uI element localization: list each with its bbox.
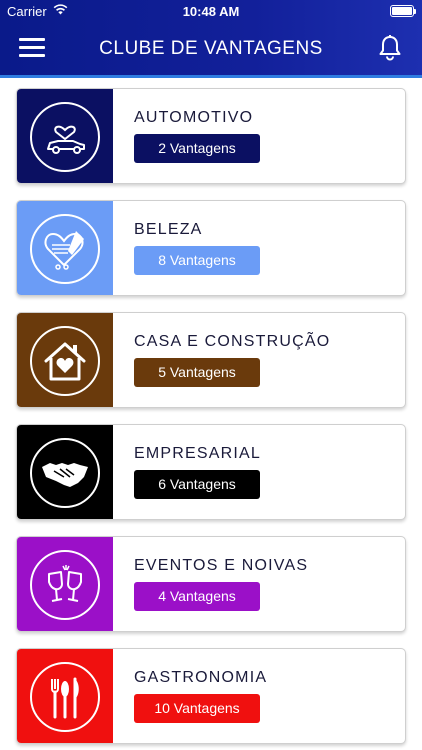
status-bar: Carrier 10:48 AM xyxy=(0,0,422,22)
category-card-beleza[interactable]: BELEZA 8 Vantagens xyxy=(16,200,406,296)
category-title: AUTOMOTIVO xyxy=(134,109,254,126)
category-icon-box xyxy=(17,89,113,183)
category-card-automotivo[interactable]: AUTOMOTIVO 2 Vantagens xyxy=(16,88,406,184)
category-icon-box xyxy=(17,425,113,519)
benefits-count-badge[interactable]: 5 Vantagens xyxy=(134,358,260,387)
category-title: BELEZA xyxy=(134,221,203,238)
benefits-count-badge[interactable]: 10 Vantagens xyxy=(134,694,260,723)
category-icon-box xyxy=(17,201,113,295)
benefits-count-badge[interactable]: 2 Vantagens xyxy=(134,134,260,163)
house-heart-icon xyxy=(44,342,86,381)
wine-glasses-icon xyxy=(48,565,82,602)
category-card-gastronomia[interactable]: GASTRONOMIA 10 Vantagens xyxy=(16,648,406,744)
category-icon-box xyxy=(17,537,113,631)
category-title: EVENTOS E NOIVAS xyxy=(134,557,309,574)
beauty-heart-icon xyxy=(44,231,84,270)
page-title: CLUBE DE VANTAGENS xyxy=(99,38,323,59)
category-icon-box xyxy=(17,313,113,407)
category-title: CASA E CONSTRUÇÃO xyxy=(134,333,331,350)
category-card-empresarial[interactable]: EMPRESARIAL 6 Vantagens xyxy=(16,424,406,520)
battery-icon xyxy=(390,5,416,17)
clock: 10:48 AM xyxy=(182,4,240,19)
handshake-icon xyxy=(42,463,88,487)
category-title: EMPRESARIAL xyxy=(134,445,262,462)
benefits-count-badge[interactable]: 6 Vantagens xyxy=(134,470,260,499)
cutlery-icon xyxy=(51,677,79,719)
category-card-casa-e-construcao[interactable]: CASA E CONSTRUÇÃO 5 Vantagens xyxy=(16,312,406,408)
benefits-count-badge[interactable]: 8 Vantagens xyxy=(134,246,260,275)
category-icon-box xyxy=(17,649,113,743)
car-heart-icon xyxy=(47,125,85,154)
category-title: GASTRONOMIA xyxy=(134,669,268,686)
benefits-count-badge[interactable]: 4 Vantagens xyxy=(134,582,260,611)
category-card-eventos-e-noivas[interactable]: EVENTOS E NOIVAS 4 Vantagens xyxy=(16,536,406,632)
app-header: Carrier 10:48 AM CLUBE DE VANTAGENS xyxy=(0,0,422,78)
notification-bell-icon[interactable] xyxy=(376,34,404,62)
